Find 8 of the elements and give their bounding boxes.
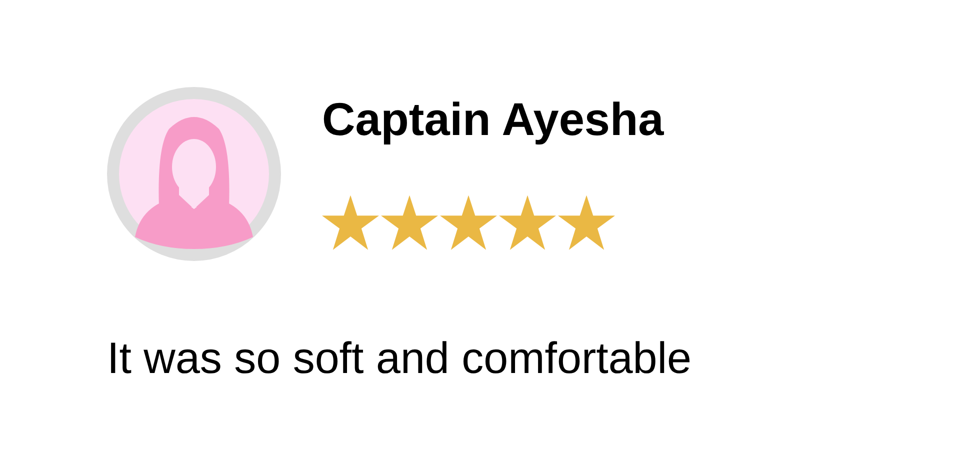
filled-star-icon (499, 195, 556, 250)
filled-star-icon (558, 195, 615, 250)
avatar-icon (107, 87, 281, 261)
filled-star-icon (440, 195, 497, 250)
filled-star-icon (381, 195, 438, 250)
filled-star-icon (322, 195, 379, 250)
author-name: Captain Ayesha (322, 92, 664, 147)
review-text: It was so soft and comfortable (107, 333, 693, 385)
